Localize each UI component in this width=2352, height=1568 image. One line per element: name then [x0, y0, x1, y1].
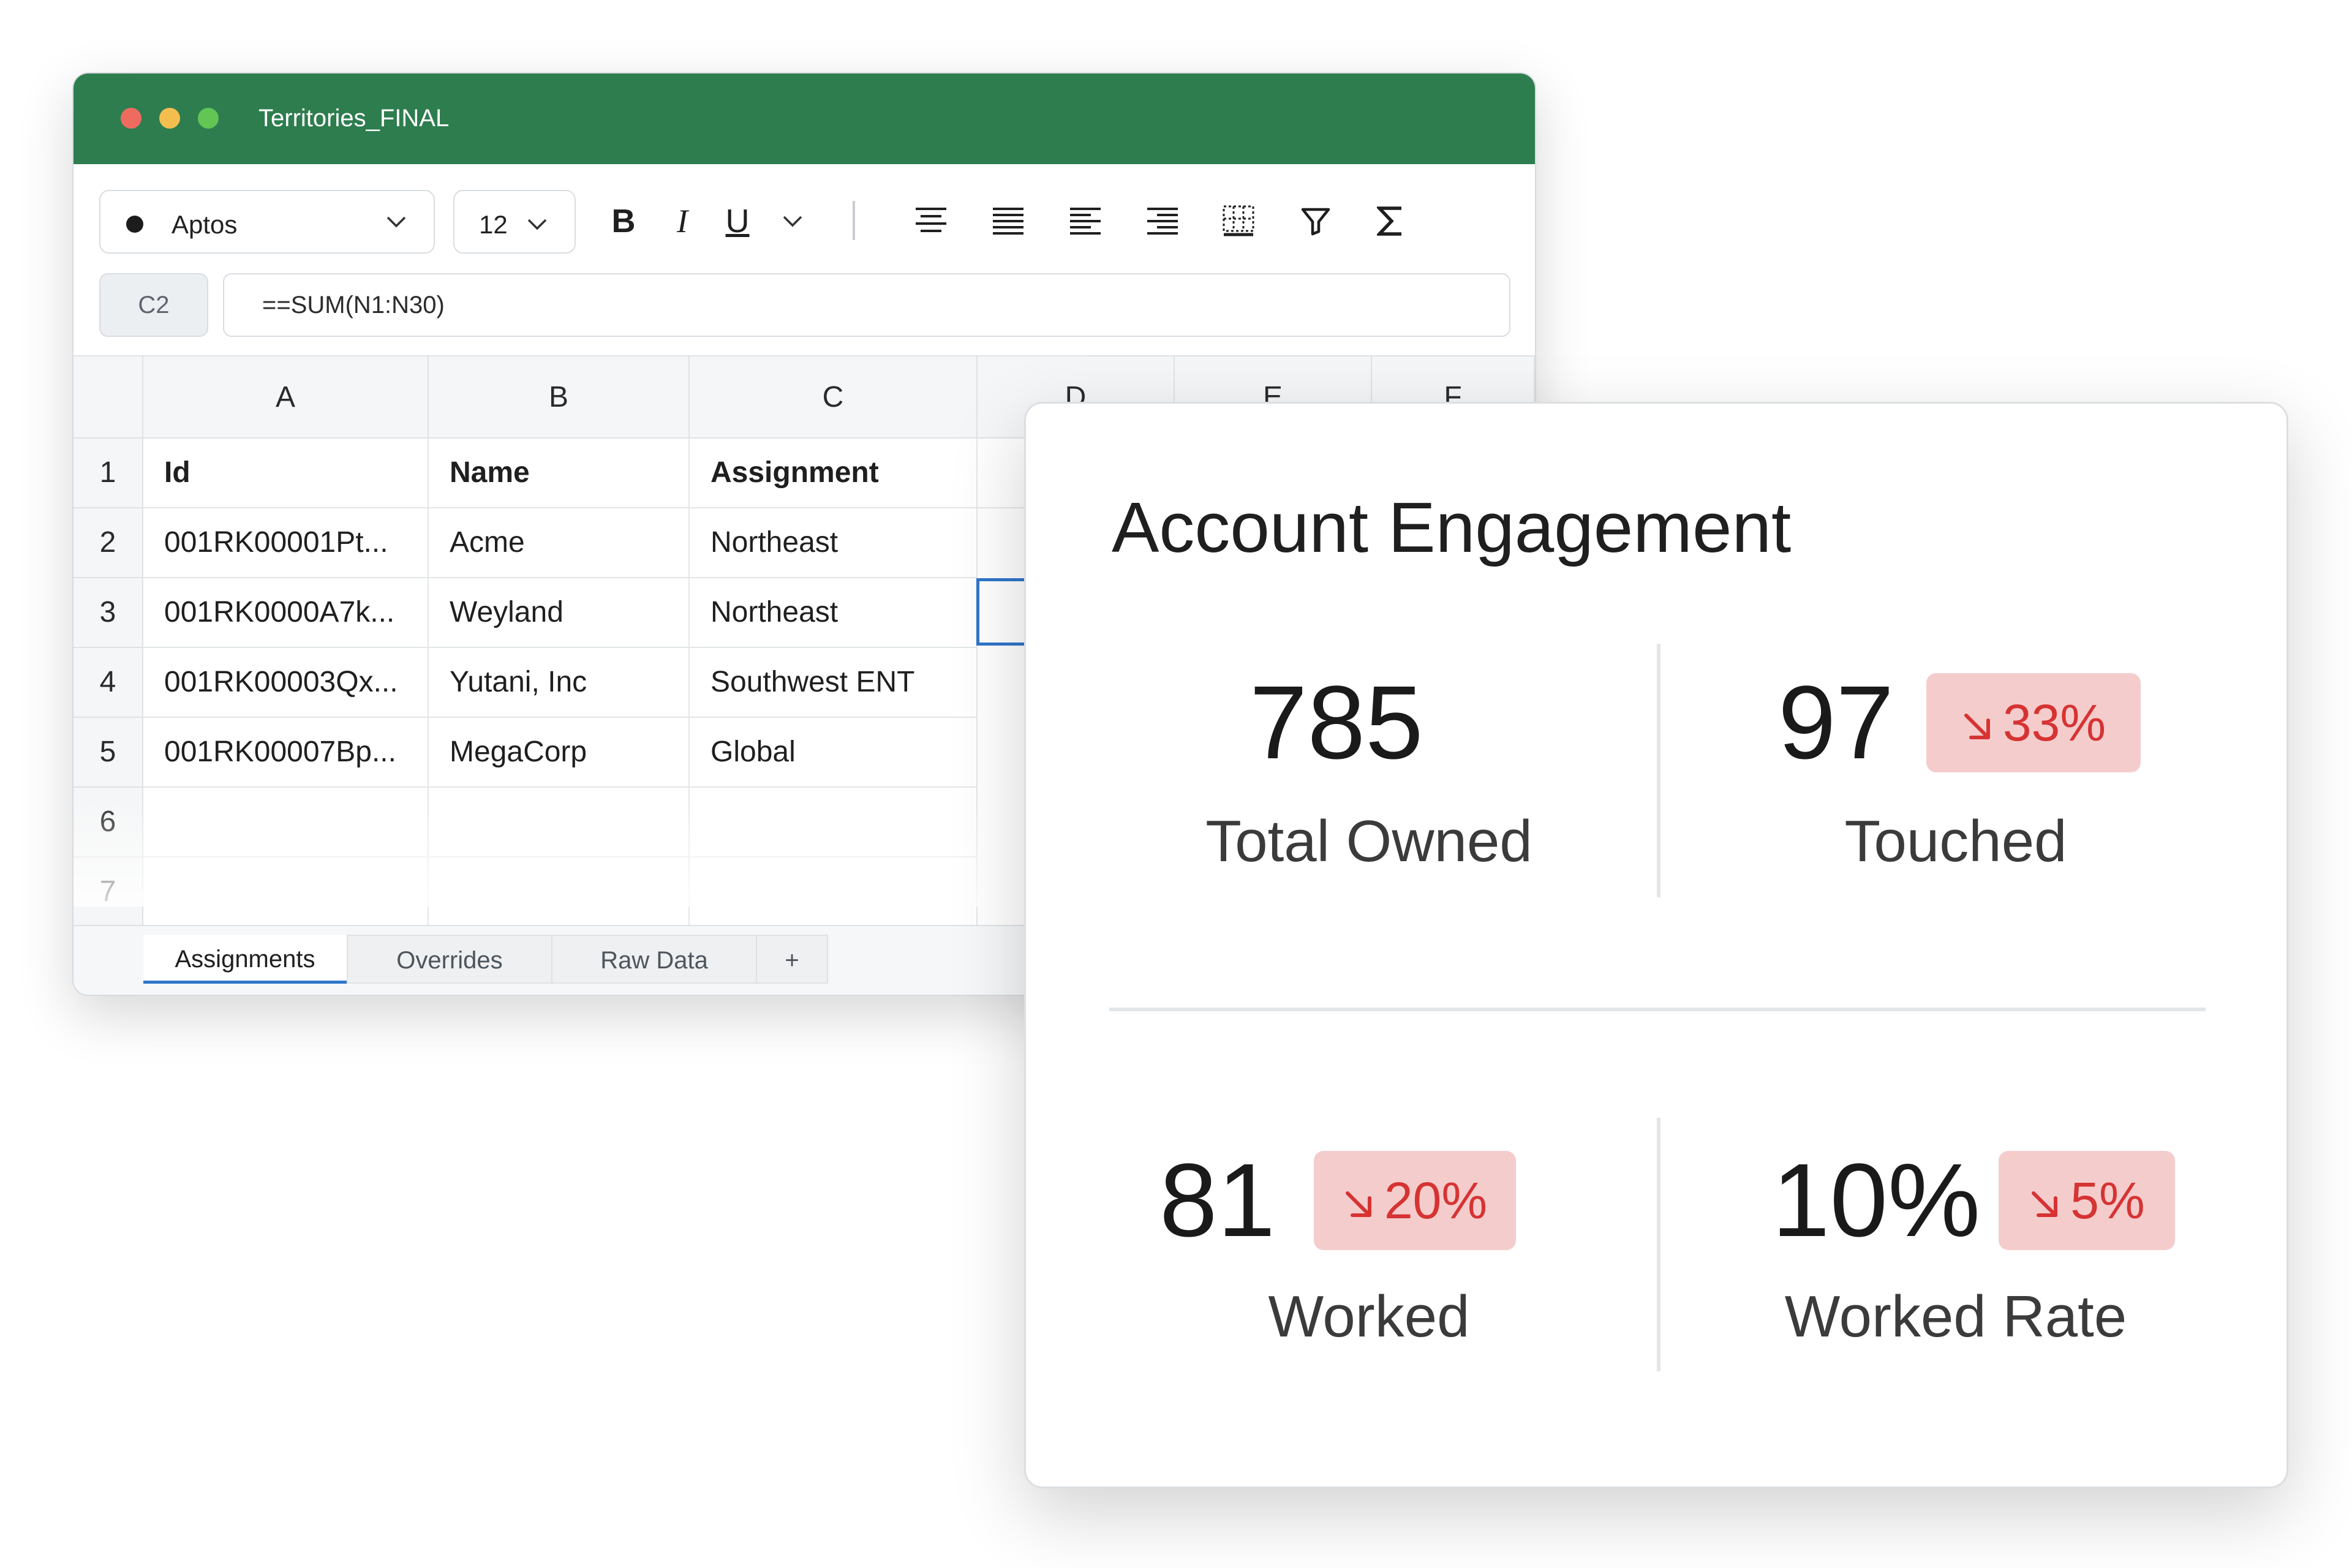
- close-window-button[interactable]: [121, 108, 141, 129]
- worked-rate-change-value: 5%: [2070, 1172, 2145, 1229]
- align-right-icon: [1147, 208, 1178, 235]
- arrow-down-right-icon: [2032, 1191, 2058, 1217]
- total-owned-label: Total Owned: [1205, 809, 1532, 874]
- minimize-window-button[interactable]: [159, 108, 180, 129]
- cell-a2[interactable]: 001RK00001Pt...: [143, 508, 429, 578]
- row-header-3[interactable]: 3: [74, 578, 143, 648]
- bold-button[interactable]: B: [605, 200, 642, 243]
- worked-rate-label: Worked Rate: [1784, 1284, 2127, 1349]
- arrow-down-right-icon: [1345, 1191, 1371, 1217]
- total-owned-value: 785: [1250, 665, 1423, 781]
- worked-change-badge: 20%: [1314, 1151, 1516, 1250]
- cell-a3[interactable]: 001RK0000A7k...: [143, 578, 429, 648]
- chevron-down-icon: [783, 216, 802, 227]
- italic-button[interactable]: I: [664, 200, 701, 243]
- worked-rate-value: 10%: [1772, 1142, 1981, 1259]
- filter-button[interactable]: [1296, 200, 1335, 243]
- account-engagement-card: Account Engagement 785 Total Owned 97 33…: [1024, 402, 2288, 1488]
- cell-b2[interactable]: Acme: [429, 508, 690, 578]
- vertical-divider-bottom: [1657, 1118, 1660, 1371]
- row-header-5[interactable]: 5: [74, 718, 143, 788]
- tab-assignments[interactable]: Assignments: [143, 935, 347, 984]
- cell-a5[interactable]: 001RK00007Bp...: [143, 718, 429, 788]
- sigma-icon: [1377, 206, 1401, 236]
- cell-b3[interactable]: Weyland: [429, 578, 690, 648]
- maximize-window-button[interactable]: [198, 108, 219, 129]
- worked-label: Worked: [1268, 1284, 1470, 1349]
- align-center-icon: [916, 208, 946, 232]
- underline-button[interactable]: U: [719, 200, 756, 243]
- touched-label: Touched: [1844, 809, 2067, 874]
- font-size-select[interactable]: 12: [453, 190, 576, 254]
- tab-raw-data[interactable]: Raw Data: [551, 935, 757, 984]
- align-left-button[interactable]: [1066, 200, 1105, 243]
- touched-change-badge: 33%: [1926, 673, 2141, 772]
- cell-a1[interactable]: Id: [143, 439, 429, 508]
- justify-button[interactable]: [989, 200, 1028, 243]
- chevron-down-icon: [386, 216, 406, 228]
- toolbar-separator: [853, 201, 855, 240]
- cell-c2[interactable]: Northeast: [690, 508, 978, 578]
- formula-bar-input[interactable]: ==SUM(N1:N30): [223, 273, 1510, 337]
- font-color-dot-icon: [126, 216, 143, 233]
- cell-a4[interactable]: 001RK00003Qx...: [143, 648, 429, 718]
- worked-value: 81: [1159, 1142, 1276, 1259]
- cell-b1[interactable]: Name: [429, 439, 690, 508]
- row-header-4[interactable]: 4: [74, 648, 143, 718]
- align-center-button[interactable]: [911, 200, 951, 243]
- cell-c5[interactable]: Global: [690, 718, 978, 788]
- cell-b4[interactable]: Yutani, Inc: [429, 648, 690, 718]
- font-family-value: Aptos: [172, 210, 238, 239]
- cell-c3[interactable]: Northeast: [690, 578, 978, 648]
- touched-value: 97: [1778, 665, 1894, 781]
- window-title: Territories_FINAL: [258, 105, 450, 132]
- column-header-a[interactable]: A: [143, 355, 429, 439]
- align-justify-icon: [993, 208, 1023, 235]
- arrow-down-right-icon: [1964, 713, 1990, 739]
- touched-change-value: 33%: [2002, 694, 2106, 752]
- autosum-button[interactable]: [1371, 200, 1410, 243]
- column-header-c[interactable]: C: [690, 355, 978, 439]
- borders-button[interactable]: [1219, 200, 1258, 243]
- cell-c1[interactable]: Assignment: [690, 439, 978, 508]
- cell-c4[interactable]: Southwest ENT: [690, 648, 978, 718]
- tab-overrides[interactable]: Overrides: [347, 935, 552, 984]
- borders-grid-icon: [1223, 205, 1254, 236]
- align-right-button[interactable]: [1143, 200, 1182, 243]
- card-title: Account Engagement: [1112, 488, 1792, 567]
- cell-b5[interactable]: MegaCorp: [429, 718, 690, 788]
- underline-options-button[interactable]: [774, 200, 811, 243]
- chevron-down-icon: [527, 219, 547, 230]
- title-bar: Territories_FINAL: [74, 74, 1535, 164]
- column-header-b[interactable]: B: [429, 355, 690, 439]
- add-sheet-button[interactable]: +: [756, 935, 828, 984]
- row-header-2[interactable]: 2: [74, 508, 143, 578]
- select-all-corner[interactable]: [74, 355, 143, 439]
- filter-icon: [1301, 208, 1330, 236]
- font-family-select[interactable]: Aptos: [99, 190, 435, 254]
- vertical-divider-top: [1657, 644, 1660, 897]
- align-left-icon: [1070, 208, 1101, 235]
- font-size-value: 12: [479, 210, 508, 239]
- name-box[interactable]: C2: [99, 273, 208, 337]
- horizontal-divider: [1109, 1008, 2206, 1011]
- row-header-1[interactable]: 1: [74, 439, 143, 508]
- worked-change-value: 20%: [1384, 1172, 1488, 1229]
- worked-rate-change-badge: 5%: [1999, 1151, 2175, 1250]
